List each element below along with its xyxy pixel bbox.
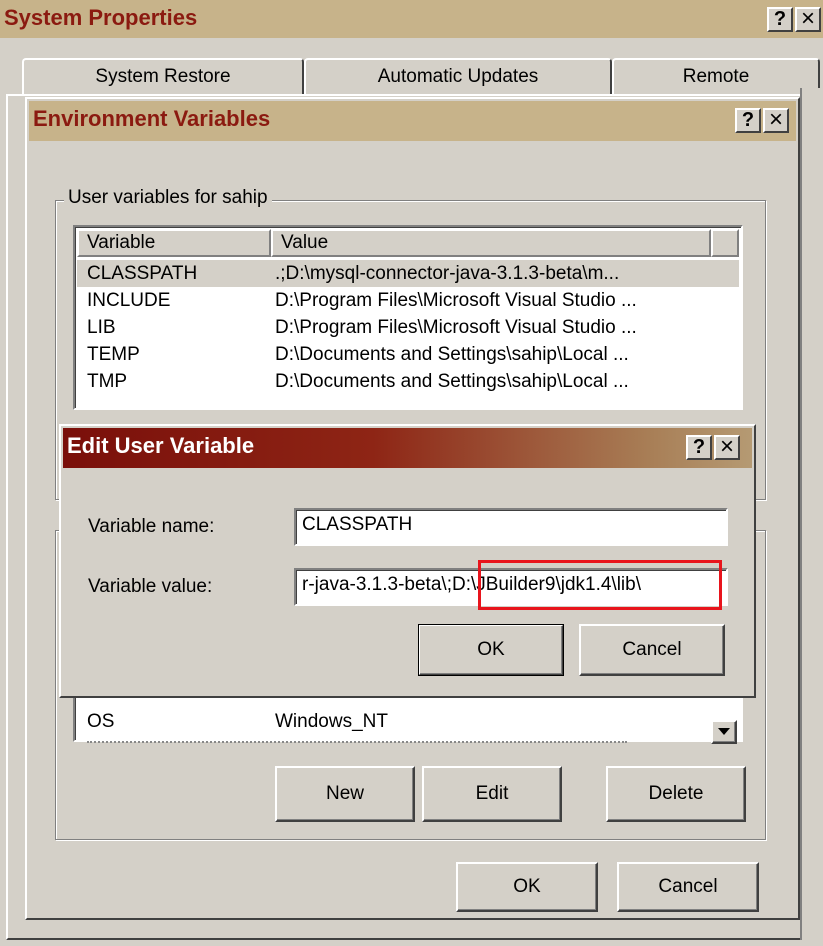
chevron-down-icon (718, 728, 730, 735)
user-var-value: D:\Documents and Settings\sahip\Local ..… (275, 344, 629, 365)
environment-variables-titlebar: Environment Variables ? × (29, 101, 796, 141)
system-variables-scrollbar-down[interactable] (711, 720, 737, 744)
system-properties-titlebar: System Properties ? × (0, 0, 823, 38)
variable-value-label: Variable value: (88, 576, 213, 597)
column-header-variable[interactable]: Variable (77, 229, 271, 257)
edit-user-variable-cancel-button[interactable]: Cancel (579, 624, 725, 676)
user-var-name: TMP (87, 371, 128, 392)
tab-remote[interactable]: Remote (612, 58, 820, 96)
environment-variables-help-button[interactable]: ? (735, 108, 761, 133)
user-var-row[interactable]: CLASSPATH .;D:\mysql-connector-java-3.1.… (77, 260, 739, 287)
user-var-value: D:\Program Files\Microsoft Visual Studio… (275, 290, 637, 311)
environment-variables-cancel-button[interactable]: Cancel (617, 862, 759, 912)
edit-button[interactable]: Edit (422, 766, 562, 822)
edit-user-variable-help-button[interactable]: ? (686, 435, 712, 460)
user-var-row[interactable]: TMP D:\Documents and Settings\sahip\Loca… (77, 368, 739, 395)
delete-button[interactable]: Delete (606, 766, 746, 822)
edit-user-variable-title: Edit User Variable (67, 433, 255, 458)
user-var-name: INCLUDE (87, 290, 171, 311)
system-var-value: Windows_NT (275, 711, 388, 732)
system-var-partial-row (87, 741, 627, 743)
user-var-value: D:\Program Files\Microsoft Visual Studio… (275, 317, 637, 338)
user-var-value: .;D:\mysql-connector-java-3.1.3-beta\m..… (275, 263, 620, 284)
tab-system-restore-label: System Restore (95, 66, 231, 87)
system-properties-help-button[interactable]: ? (767, 7, 793, 32)
environment-variables-ok-button[interactable]: OK (456, 862, 598, 912)
column-header-value[interactable]: Value (271, 229, 711, 257)
system-properties-right-edge (800, 88, 823, 940)
user-var-row[interactable]: INCLUDE D:\Program Files\Microsoft Visua… (77, 287, 739, 314)
system-properties-title: System Properties (4, 5, 198, 30)
variable-value-prefix: r-java-3.1.3-beta\ (302, 574, 447, 595)
user-var-name: LIB (87, 317, 116, 338)
system-properties-close-button[interactable]: × (795, 7, 821, 32)
tab-automatic-updates-label: Automatic Updates (377, 66, 539, 87)
edit-user-variable-close-button[interactable]: × (714, 435, 740, 460)
environment-variables-close-button[interactable]: × (763, 108, 789, 133)
user-var-name: CLASSPATH (87, 263, 198, 284)
variable-name-input[interactable]: CLASSPATH (294, 508, 728, 546)
tab-remote-label: Remote (682, 66, 750, 87)
user-var-row[interactable]: TEMP D:\Documents and Settings\sahip\Loc… (77, 341, 739, 368)
tab-automatic-updates[interactable]: Automatic Updates (304, 58, 612, 96)
user-variables-group-label: User variables for sahip (64, 187, 272, 209)
system-var-row[interactable]: OS Windows_NT (77, 708, 707, 735)
edit-user-variable-ok-button[interactable]: OK (418, 624, 564, 676)
user-var-value: D:\Documents and Settings\sahip\Local ..… (275, 371, 629, 392)
environment-variables-title: Environment Variables (33, 106, 271, 131)
system-var-name: OS (87, 711, 115, 732)
tab-system-restore[interactable]: System Restore (22, 58, 304, 96)
column-header-spacer (711, 229, 739, 257)
user-var-name: TEMP (87, 344, 140, 365)
highlight-box (478, 560, 722, 610)
variable-name-label: Variable name: (88, 516, 215, 537)
edit-user-variable-titlebar: Edit User Variable ? × (63, 428, 752, 468)
user-var-row[interactable]: LIB D:\Program Files\Microsoft Visual St… (77, 314, 739, 341)
new-button[interactable]: New (275, 766, 415, 822)
